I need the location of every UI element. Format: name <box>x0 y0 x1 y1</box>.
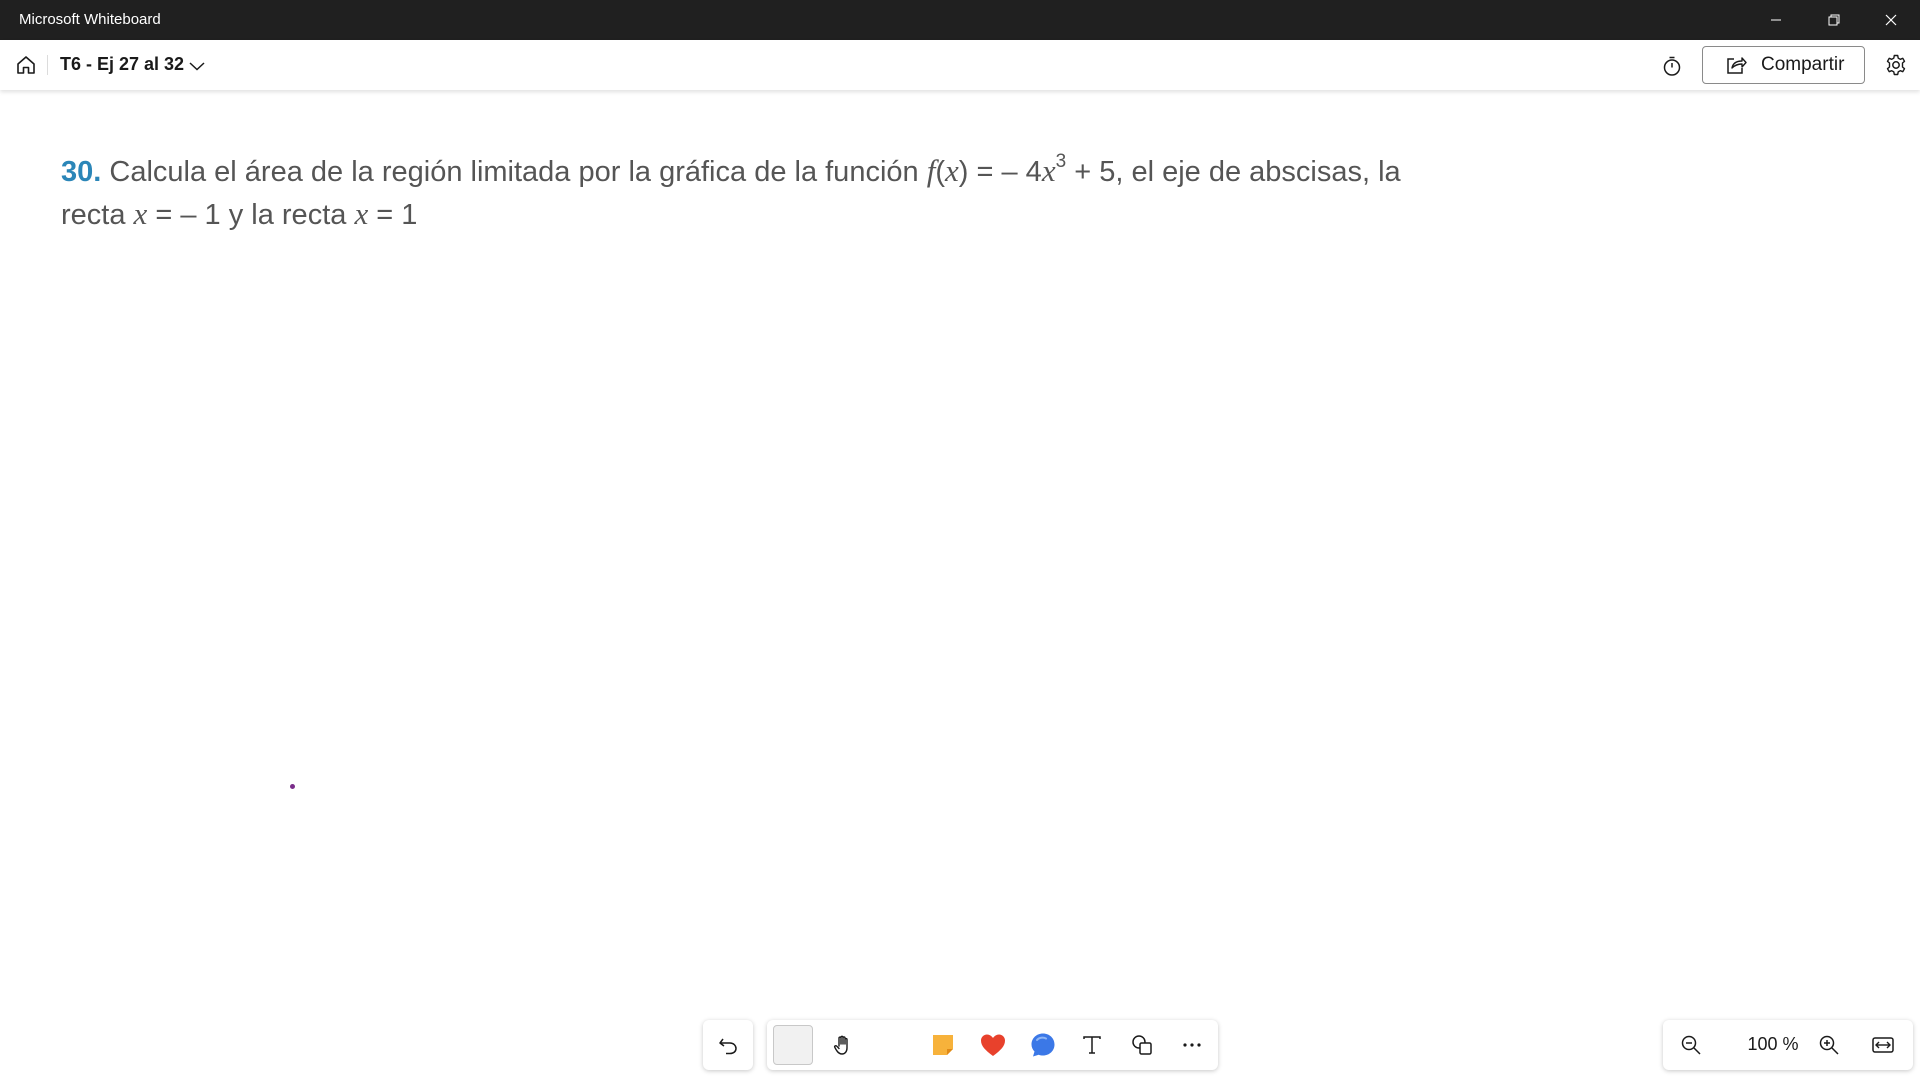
heart-reaction-icon <box>981 1034 1005 1056</box>
zoom-out-button[interactable] <box>1675 1029 1707 1061</box>
board-menu-button[interactable] <box>186 55 208 77</box>
text-icon <box>1083 1036 1101 1054</box>
reaction-tool[interactable] <box>973 1025 1013 1065</box>
timer-icon <box>1663 56 1681 76</box>
problem-number: 30. <box>61 156 102 188</box>
problem-line1-b: + 5, el eje de abscisas, la <box>1066 156 1401 188</box>
ink-dot[interactable] <box>290 784 295 789</box>
problem-line2-c: = 1 <box>368 199 418 231</box>
sticky-note-tool[interactable] <box>923 1025 963 1065</box>
zoom-in-icon <box>1819 1035 1839 1055</box>
problem-line2-a: recta <box>61 199 134 231</box>
select-tool[interactable] <box>773 1025 813 1065</box>
zoom-controls: 100 % <box>1663 1020 1913 1070</box>
restore-button[interactable] <box>1805 0 1863 40</box>
home-button[interactable] <box>10 49 42 81</box>
sticky-note-icon <box>933 1035 953 1055</box>
text-tool[interactable] <box>1072 1025 1112 1065</box>
hand-tool[interactable] <box>823 1025 863 1065</box>
problem-line2-b: = – 1 y la recta <box>147 199 355 231</box>
whiteboard-canvas[interactable]: 30. Calcula el área de la región limitad… <box>0 90 1920 1080</box>
settings-button[interactable] <box>1880 49 1912 81</box>
share-button[interactable]: Compartir <box>1702 46 1865 84</box>
problem-text[interactable]: 30. Calcula el área de la región limitad… <box>61 150 1461 236</box>
paren-open: ( <box>935 156 945 188</box>
more-icon <box>1183 1043 1201 1047</box>
more-tools-button[interactable] <box>1172 1025 1212 1065</box>
close-button[interactable] <box>1862 0 1920 40</box>
zoom-in-button[interactable] <box>1813 1029 1845 1061</box>
header-separator <box>47 55 48 75</box>
restore-icon <box>1828 14 1840 26</box>
line-variable-2: x <box>354 196 369 231</box>
timer-button[interactable] <box>1656 50 1688 82</box>
cubed-variable: x <box>1041 153 1056 188</box>
problem-line1-a: Calcula el área de la región limitada po… <box>109 156 927 188</box>
app-header: T6 - Ej 27 al 32 Compartir <box>0 40 1920 90</box>
close-icon <box>1885 14 1897 26</box>
shapes-tool[interactable] <box>1122 1025 1162 1065</box>
undo-icon <box>719 1038 737 1055</box>
home-icon <box>17 56 35 74</box>
gear-icon <box>1886 54 1906 76</box>
line-variable-1: x <box>133 196 148 231</box>
window-title: Microsoft Whiteboard <box>19 11 161 28</box>
equation-middle: = – 4 <box>968 156 1042 188</box>
zoom-level: 100 % <box>1747 1034 1799 1054</box>
comment-tool[interactable] <box>1023 1025 1063 1065</box>
function-variable: x <box>945 153 959 188</box>
hand-icon <box>833 1035 848 1055</box>
chevron-down-icon <box>189 62 205 71</box>
title-bar: Microsoft Whiteboard <box>0 0 1920 40</box>
undo-button[interactable] <box>703 1020 753 1070</box>
comment-icon <box>1031 1033 1055 1057</box>
zoom-out-icon <box>1681 1035 1701 1055</box>
paren-close: ) <box>958 156 969 188</box>
tools-toolbar <box>767 1020 1218 1070</box>
exponent: 3 <box>1055 151 1067 172</box>
board-name[interactable]: T6 - Ej 27 al 32 <box>60 54 184 75</box>
fit-to-screen-button[interactable] <box>1867 1029 1899 1061</box>
share-icon <box>1725 55 1747 75</box>
minimize-icon <box>1771 19 1781 21</box>
shapes-icon <box>1132 1035 1152 1055</box>
minimize-button[interactable] <box>1747 0 1805 40</box>
fit-to-screen-icon <box>1872 1037 1894 1053</box>
share-label: Compartir <box>1761 54 1845 75</box>
